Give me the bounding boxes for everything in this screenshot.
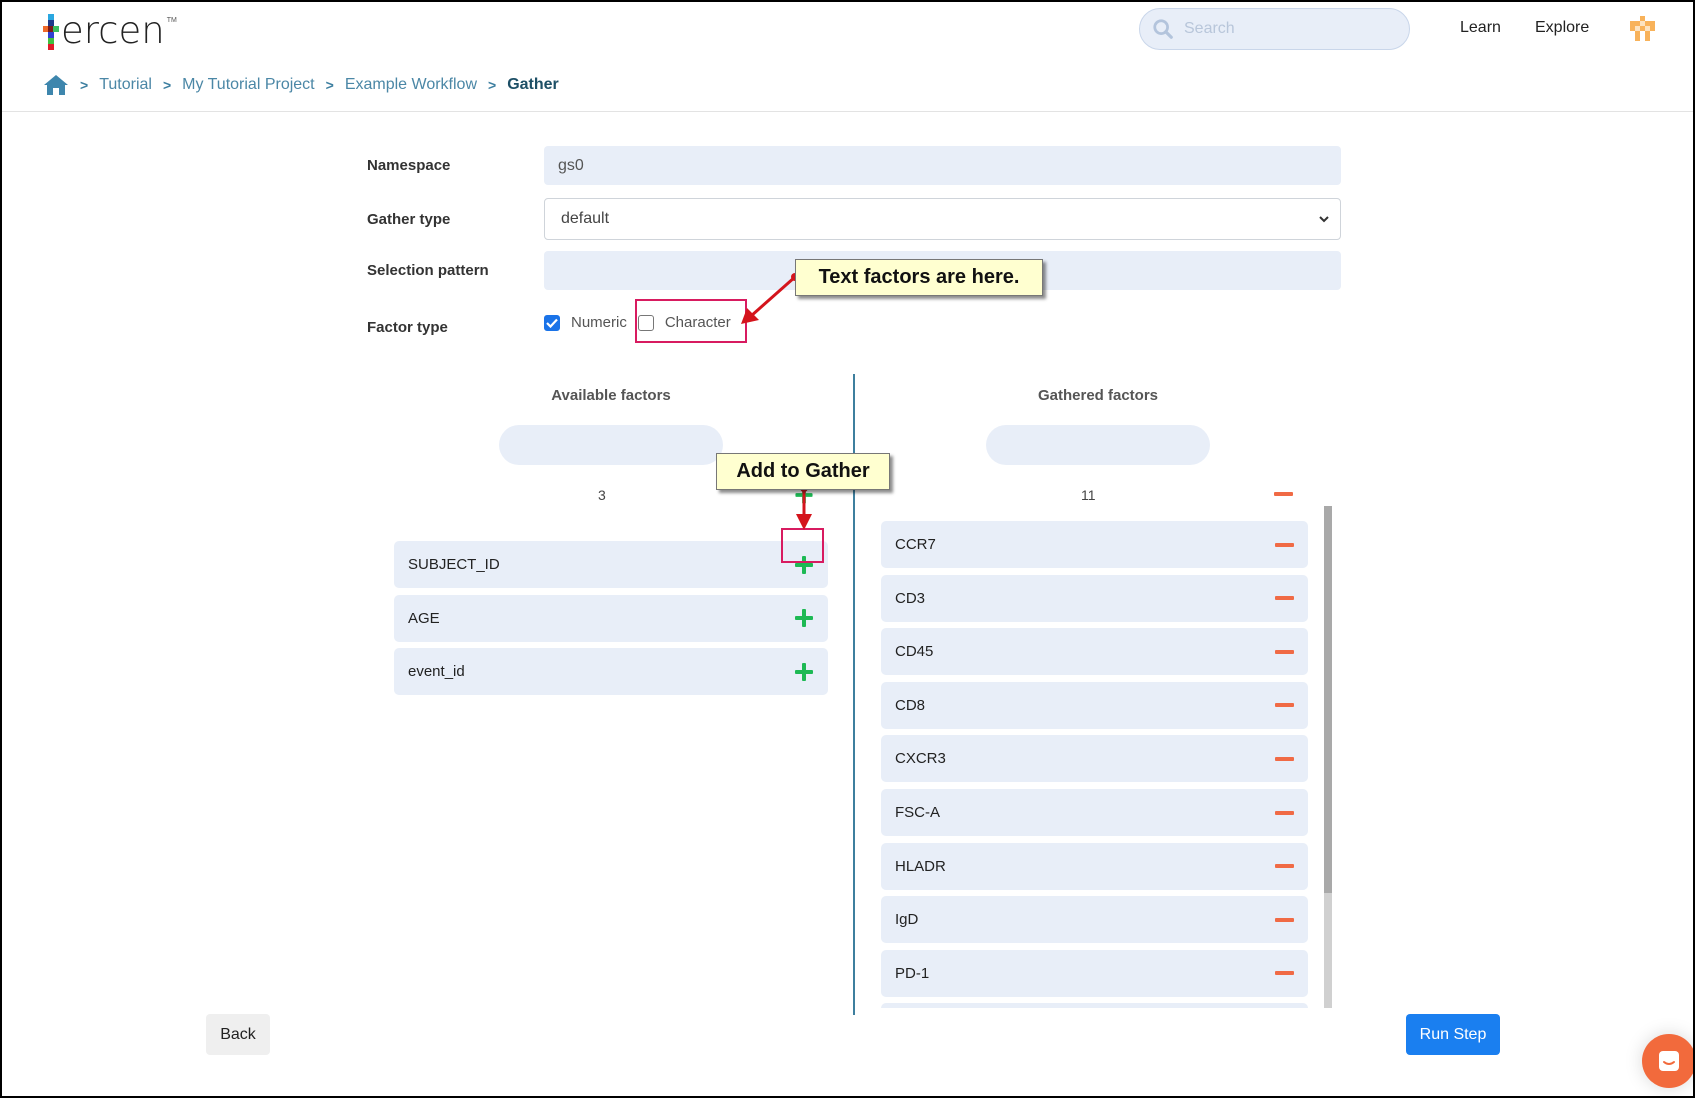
checkmark-icon — [546, 318, 558, 328]
gathered-scrollbar[interactable] — [1324, 506, 1332, 1008]
character-callout: Text factors are here. — [795, 259, 1043, 296]
gathered-row[interactable]: IgD — [881, 896, 1308, 944]
gather-type-select[interactable]: default — [544, 198, 1341, 240]
gathered-row-label: CXCR3 — [895, 750, 946, 768]
callout-arrow-icon — [796, 484, 812, 530]
nav-learn[interactable]: Learn — [1460, 19, 1501, 37]
remove-icon[interactable] — [1275, 971, 1294, 976]
breadcrumb-separator: > — [162, 77, 172, 93]
available-row[interactable]: event_id — [394, 648, 828, 696]
gathered-row-label: PD-1 — [895, 964, 930, 982]
available-filter-input[interactable] — [499, 425, 723, 465]
available-count: 3 — [598, 487, 606, 503]
breadcrumb-separator: > — [488, 77, 497, 93]
remove-icon[interactable] — [1275, 864, 1294, 869]
breadcrumb-workflow[interactable]: Example Workflow — [345, 76, 477, 94]
chat-icon — [1659, 1051, 1679, 1071]
remove-icon[interactable] — [1275, 703, 1294, 708]
search-input[interactable] — [1184, 20, 1384, 38]
remove-icon[interactable] — [1275, 596, 1294, 601]
gathered-list: CCR7 CD3 CD45 CD8 CXCR3 FSC-A HLADR IgD PD-1 — [881, 521, 1308, 1008]
gathered-row-label: CCR7 — [895, 536, 936, 553]
home-icon[interactable] — [43, 74, 69, 96]
available-row-label: AGE — [408, 609, 440, 627]
gathered-row[interactable]: FSC-A — [881, 789, 1308, 836]
add-icon[interactable] — [794, 608, 814, 628]
selection-pattern-label: Selection pattern — [367, 262, 489, 279]
breadcrumb-tutorial[interactable]: Tutorial — [99, 76, 152, 94]
numeric-checkbox[interactable] — [544, 314, 560, 331]
gathered-row[interactable]: PD-1 — [881, 949, 1308, 997]
gathered-row[interactable] — [881, 1003, 1308, 1008]
breadcrumb-project[interactable]: My Tutorial Project — [182, 76, 314, 94]
user-avatar-icon[interactable] — [1630, 16, 1658, 44]
add-icon[interactable] — [794, 662, 814, 682]
run-step-button[interactable]: Run Step — [1406, 1014, 1500, 1055]
logo-mark-icon — [43, 14, 59, 50]
remove-icon[interactable] — [1275, 542, 1294, 547]
gathered-factors-title: Gathered factors — [1037, 387, 1159, 404]
factor-type-label: Factor type — [367, 319, 448, 336]
remove-icon[interactable] — [1275, 810, 1294, 815]
namespace-input[interactable] — [544, 146, 1341, 185]
gathered-row[interactable]: HLADR — [881, 842, 1308, 890]
gather-type-value: default — [561, 210, 610, 227]
tercen-logo[interactable]: ercen TM — [43, 8, 177, 50]
breadcrumb-separator: > — [325, 77, 334, 93]
search-icon — [1153, 19, 1173, 39]
header-divider — [2, 111, 1693, 112]
chat-launcher[interactable] — [1642, 1034, 1693, 1088]
available-row-label: SUBJECT_ID — [408, 556, 500, 573]
namespace-label: Namespace — [367, 157, 451, 174]
available-row[interactable]: SUBJECT_ID — [394, 541, 828, 588]
gathered-row[interactable]: CCR7 — [881, 521, 1308, 568]
numeric-label: Numeric — [571, 314, 627, 331]
gathered-row-label: CD45 — [895, 643, 934, 661]
gathered-filter-input[interactable] — [986, 425, 1210, 465]
logo-trademark: TM — [166, 17, 177, 24]
gathered-row[interactable]: CD8 — [881, 681, 1308, 729]
remove-icon[interactable] — [1275, 649, 1294, 654]
gathered-list-viewport: CCR7 CD3 CD45 CD8 CXCR3 FSC-A HLADR IgD PD-1 — [881, 521, 1308, 1008]
gathered-row[interactable]: CXCR3 — [881, 735, 1308, 783]
gather-type-label: Gather type — [367, 211, 451, 228]
gathered-row-label: CD3 — [895, 589, 926, 607]
available-row-label: event_id — [408, 663, 465, 681]
gathered-row-label: FSC-A — [895, 804, 940, 821]
callout-arrow-icon — [741, 273, 797, 324]
chevron-down-icon — [1319, 216, 1329, 223]
character-highlight-box — [635, 299, 747, 343]
gathered-row-label: IgD — [895, 911, 919, 929]
available-list: SUBJECT_ID AGE event_id — [394, 541, 828, 702]
remove-all-icon[interactable] — [1274, 492, 1293, 496]
add-callout: Add to Gather — [716, 453, 890, 490]
breadcrumb-separator: > — [80, 77, 89, 93]
nav-explore[interactable]: Explore — [1535, 19, 1589, 37]
gathered-row-label: CD8 — [895, 696, 926, 714]
back-button[interactable]: Back — [206, 1014, 270, 1055]
logo-text: ercen — [61, 9, 165, 52]
available-factors-title: Available factors — [551, 387, 671, 404]
breadcrumb: > Tutorial > My Tutorial Project > Examp… — [43, 74, 559, 96]
scrollbar-thumb[interactable] — [1324, 506, 1332, 893]
gathered-row[interactable]: CD3 — [881, 574, 1308, 622]
breadcrumb-current: Gather — [507, 76, 559, 93]
gathered-row[interactable]: CD45 — [881, 628, 1308, 676]
search-box[interactable] — [1139, 8, 1410, 50]
add-highlight-box — [781, 528, 824, 563]
remove-icon[interactable] — [1275, 756, 1294, 761]
gathered-count: 11 — [1081, 487, 1096, 503]
available-row[interactable]: AGE — [394, 594, 828, 642]
app-window: ercen TM Learn Explore > Tutorial > My T… — [2, 2, 1693, 1096]
gathered-row-label: HLADR — [895, 857, 946, 875]
remove-icon[interactable] — [1275, 917, 1294, 922]
